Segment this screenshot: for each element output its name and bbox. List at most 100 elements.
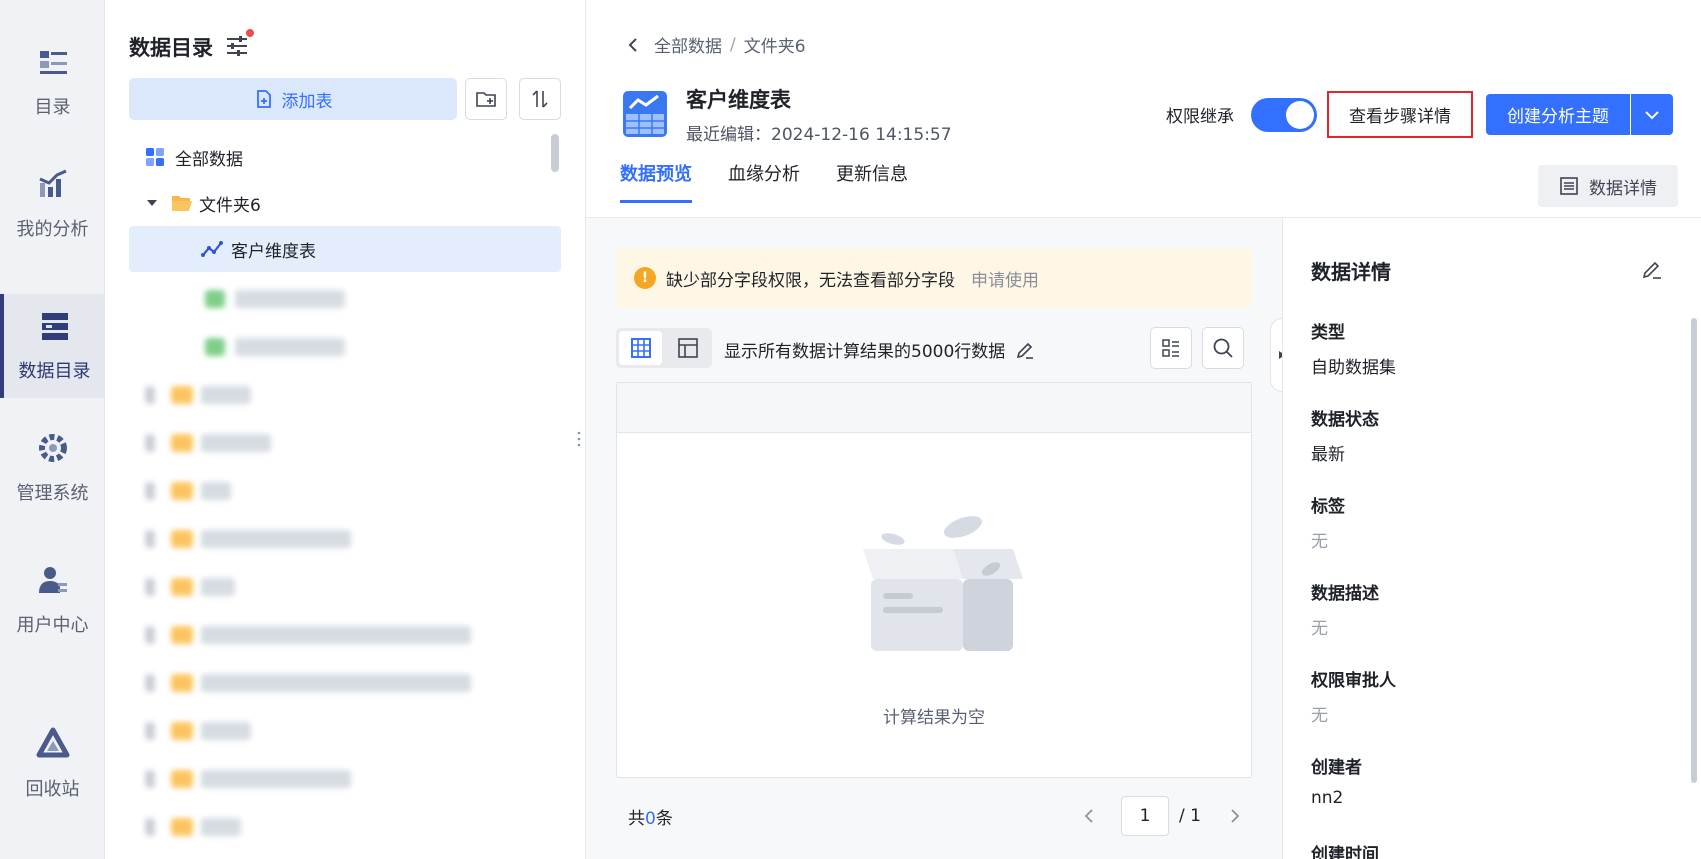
detail-field-approver: 权限审批人 无 xyxy=(1311,666,1396,726)
total-suffix: 条 xyxy=(655,809,673,829)
search-icon xyxy=(1213,338,1233,358)
caret-down-icon[interactable] xyxy=(145,196,159,210)
detail-panel-title: 数据详情 xyxy=(1311,260,1391,284)
detail-field-type: 类型 自助数据集 xyxy=(1311,318,1396,378)
create-topic-button[interactable]: 创建分析主题 xyxy=(1486,94,1630,135)
user-icon xyxy=(38,567,67,593)
field-value: 无 xyxy=(1311,532,1328,552)
tree-item-folder6[interactable]: 文件夹6 xyxy=(129,180,561,226)
total-count: 共0条 xyxy=(628,804,673,829)
breadcrumb-separator: / xyxy=(730,34,736,55)
view-switch xyxy=(616,328,712,368)
nav-item-label: 目录 xyxy=(34,97,71,118)
rows-info-text: 显示所有数据计算结果的5000行数据 xyxy=(724,342,1006,362)
field-list-icon xyxy=(1162,339,1179,357)
nav-item-label: 回收站 xyxy=(25,779,80,800)
field-label: 标签 xyxy=(1311,497,1345,517)
grid-view-button[interactable] xyxy=(619,331,662,365)
catalog-icon xyxy=(39,51,67,74)
recycle-icon xyxy=(36,727,69,758)
nav-rail: 目录 我的分析 数据目录 管理系统 用户中心 回收站 xyxy=(0,0,105,859)
add-folder-button[interactable] xyxy=(465,78,507,120)
add-file-icon xyxy=(256,90,271,108)
grid-apps-icon xyxy=(146,148,164,166)
tab-data-preview[interactable]: 数据预览 xyxy=(620,160,692,203)
data-detail-panel: 数据详情 类型 自助数据集 数据状态 最新 标签 无 数据描述 无 权限审批人 … xyxy=(1282,218,1701,859)
detail-field-description: 数据描述 无 xyxy=(1311,579,1379,639)
add-folder-icon xyxy=(476,92,496,107)
nav-item-user-center[interactable]: 用户中心 xyxy=(0,548,105,652)
nav-item-data-catalog[interactable]: 数据目录 xyxy=(0,294,105,398)
data-detail-button[interactable]: 数据详情 xyxy=(1538,165,1678,207)
nav-item-label: 管理系统 xyxy=(16,483,89,504)
nav-item-label: 用户中心 xyxy=(16,615,89,636)
tab-bar: 数据预览 血缘分析 更新信息 xyxy=(620,160,908,203)
search-button[interactable] xyxy=(1202,327,1244,369)
breadcrumb-item[interactable]: 文件夹6 xyxy=(744,32,806,57)
main-content: 全部数据 / 文件夹6 客户维度表 最近编辑：2024-12-16 14:15:… xyxy=(586,0,1701,859)
sort-icon xyxy=(532,90,548,108)
gear-icon xyxy=(38,434,67,462)
field-label: 权限审批人 xyxy=(1311,671,1396,691)
sort-button[interactable] xyxy=(519,78,561,120)
tree-item-label: 客户维度表 xyxy=(231,241,316,262)
tree-item-all-data[interactable]: 全部数据 xyxy=(129,134,561,180)
total-number: 0 xyxy=(645,809,656,829)
resize-handle[interactable] xyxy=(577,430,581,448)
toggle-knob xyxy=(1286,101,1314,129)
field-label: 数据状态 xyxy=(1311,410,1379,430)
add-table-button[interactable]: 添加表 xyxy=(129,78,457,120)
chevron-down-icon xyxy=(1645,110,1659,119)
detail-field-created-time: 创建时间 xyxy=(1311,840,1379,859)
table-grid-icon xyxy=(630,338,651,358)
tree-title: 数据目录 xyxy=(129,36,213,60)
field-value: 无 xyxy=(1311,619,1328,639)
page-number-input[interactable]: 1 xyxy=(1121,796,1169,836)
detail-field-creator: 创建者 nn2 xyxy=(1311,753,1362,808)
data-detail-label: 数据详情 xyxy=(1589,178,1657,199)
nav-item-catalog[interactable]: 目录 xyxy=(0,30,105,134)
field-label: 类型 xyxy=(1311,323,1345,343)
field-settings-button[interactable] xyxy=(1150,327,1192,369)
layout-icon xyxy=(677,338,698,358)
nav-item-label: 数据目录 xyxy=(18,361,91,382)
data-tree-panel: 数据目录 添加表 全部数据 文件夹6 客户维度表 xyxy=(105,0,586,859)
edit-pencil-icon[interactable] xyxy=(1641,258,1663,280)
data-preview-area: ! 缺少部分字段权限，无法查看部分字段 申请使用 显示所有数据计算结果的5000… xyxy=(586,218,1282,859)
tab-update-info[interactable]: 更新信息 xyxy=(836,160,908,203)
warning-text: 缺少部分字段权限，无法查看部分字段 xyxy=(666,270,955,291)
analysis-chart-icon xyxy=(38,169,67,197)
tab-lineage[interactable]: 血缘分析 xyxy=(728,160,800,203)
view-steps-button[interactable]: 查看步骤详情 xyxy=(1327,91,1473,138)
last-edit-time: 最近编辑：2024-12-16 14:15:57 xyxy=(686,125,952,145)
tree-item-customer-table[interactable]: 客户维度表 xyxy=(129,226,561,272)
grid-header xyxy=(617,383,1251,433)
breadcrumb-item[interactable]: 全部数据 xyxy=(654,32,722,57)
dataset-table-icon xyxy=(623,91,667,137)
nav-item-my-analysis[interactable]: 我的分析 xyxy=(0,152,105,256)
nav-item-admin[interactable]: 管理系统 xyxy=(0,416,105,520)
field-label: 创建者 xyxy=(1311,758,1362,778)
nav-item-recycle-bin[interactable]: 回收站 xyxy=(0,712,105,816)
rows-info: 显示所有数据计算结果的5000行数据 xyxy=(724,337,1035,362)
back-chevron-icon[interactable] xyxy=(626,37,640,53)
filter-settings-icon[interactable] xyxy=(225,34,249,58)
apply-use-link[interactable]: 申请使用 xyxy=(971,266,1039,291)
list-detail-icon xyxy=(1560,177,1578,195)
permission-inherit-toggle[interactable] xyxy=(1251,98,1317,132)
create-topic-dropdown[interactable] xyxy=(1631,94,1673,135)
tree-item-label: 全部数据 xyxy=(175,149,243,170)
next-page-icon[interactable] xyxy=(1225,807,1243,825)
prev-page-icon[interactable] xyxy=(1081,807,1099,825)
detail-scrollbar[interactable] xyxy=(1691,318,1697,783)
layout-view-button[interactable] xyxy=(666,331,709,365)
page-total: / 1 xyxy=(1179,806,1201,826)
edit-pencil-icon[interactable] xyxy=(1015,340,1035,360)
database-icon xyxy=(41,313,68,340)
empty-state-text: 计算结果为空 xyxy=(883,708,985,728)
empty-box-illustration xyxy=(863,516,1023,651)
field-value: nn2 xyxy=(1311,788,1344,808)
permission-warning: ! 缺少部分字段权限，无法查看部分字段 申请使用 xyxy=(616,248,1252,308)
warning-icon: ! xyxy=(634,267,656,289)
nav-item-label: 我的分析 xyxy=(16,219,89,240)
